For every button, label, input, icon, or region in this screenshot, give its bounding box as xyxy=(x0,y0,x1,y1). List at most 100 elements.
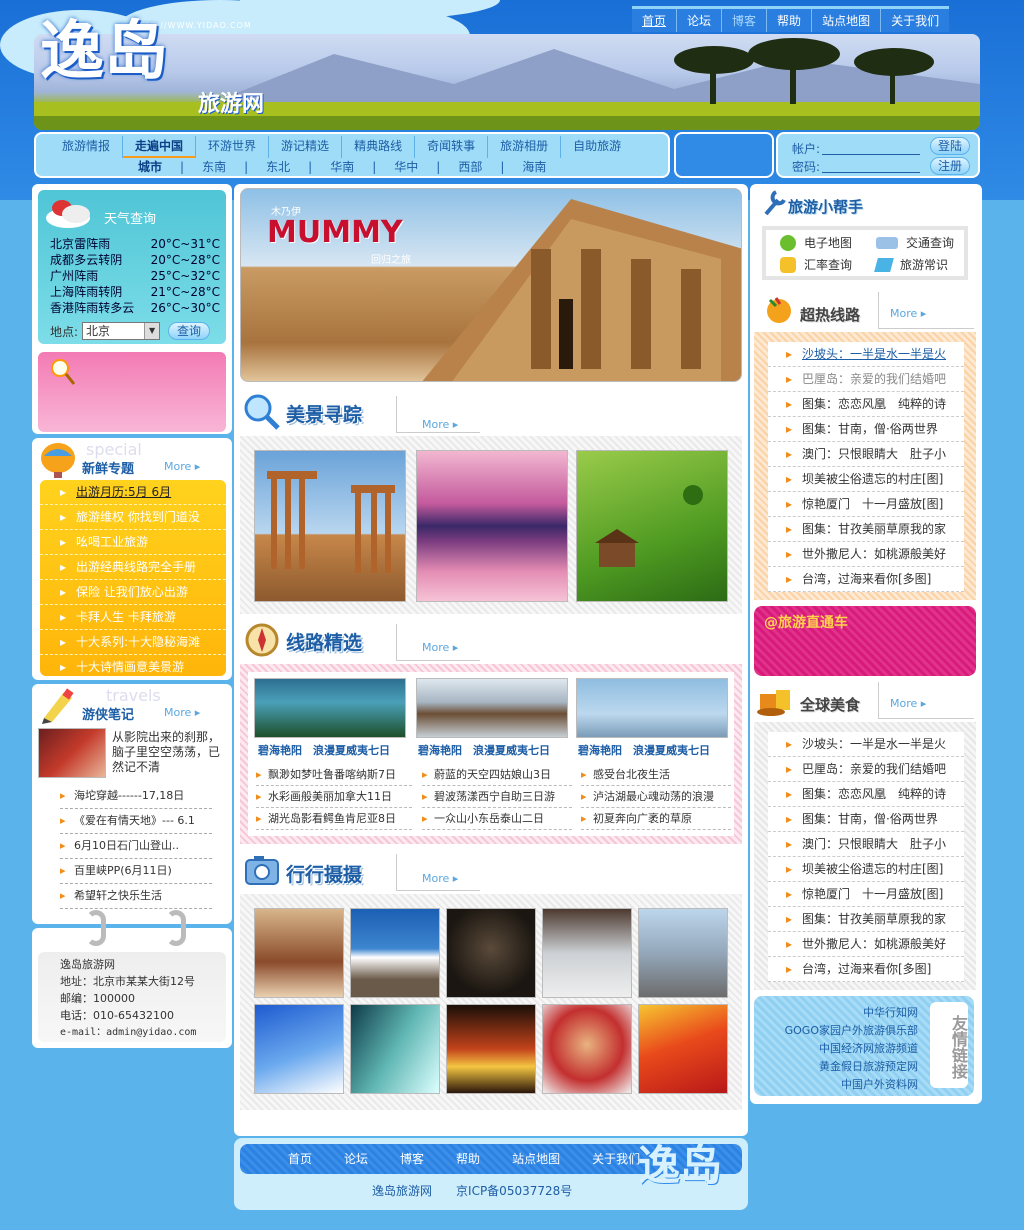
gallery-photo[interactable] xyxy=(446,908,536,998)
topnav-sitemap[interactable]: 站点地图 xyxy=(812,9,882,32)
gallery-photo[interactable] xyxy=(254,908,344,998)
gallery-photo[interactable] xyxy=(638,1004,728,1094)
list-item[interactable]: 飘渺如梦吐鲁番喀纳斯7日 xyxy=(256,764,412,786)
list-item[interactable]: 图集：甘孜美丽草原我的家 xyxy=(768,907,964,932)
subnav-northeast[interactable]: 东北 xyxy=(254,158,302,176)
register-button[interactable]: 注册 xyxy=(930,157,970,175)
friend-link[interactable]: 中国户外资料网 xyxy=(841,1076,918,1094)
list-item[interactable]: 沙坡头：一半是水一半是火 xyxy=(768,342,964,367)
gallery-photo[interactable] xyxy=(350,1004,440,1094)
list-item[interactable]: 澳门：只恨眼睛大 肚子小 xyxy=(768,832,964,857)
list-item[interactable]: 出游月历:5月 6月 xyxy=(40,480,226,505)
list-item[interactable]: 十大诗情画意美景游 xyxy=(40,655,226,679)
list-item[interactable]: 惊艳厦门 十一月盛放[图] xyxy=(768,492,964,517)
subnav-southeast[interactable]: 东南 xyxy=(190,158,238,176)
nav-album[interactable]: 旅游相册 xyxy=(488,136,562,158)
gallery-photo[interactable] xyxy=(350,908,440,998)
footer-about[interactable]: 关于我们 xyxy=(592,1152,640,1166)
list-item[interactable]: 巴厘岛：亲爱的我们结婚吧 xyxy=(768,757,964,782)
hot-more-link[interactable]: More ▸ xyxy=(890,307,926,320)
helper-tips[interactable]: 旅游常识 xyxy=(874,256,948,273)
route-caption-3[interactable]: 碧海艳阳 浪漫夏威夷七日 xyxy=(578,742,710,758)
gallery-photo[interactable] xyxy=(542,1004,632,1094)
hero-banner[interactable]: 木乃伊 MUMMY 回归之旅 xyxy=(240,188,742,382)
list-item[interactable]: 台湾，过海来看你[多图] xyxy=(768,567,964,592)
scenery-photo-lake[interactable] xyxy=(416,450,568,602)
nav-world[interactable]: 环游世界 xyxy=(196,136,270,158)
list-item[interactable]: 图集：恋恋风凰 纯粹的诗 xyxy=(768,392,964,417)
list-item[interactable]: 图集：恋恋风凰 纯粹的诗 xyxy=(768,782,964,807)
list-item[interactable]: 海坨穿越------17,18日 xyxy=(60,784,212,809)
list-item[interactable]: 吆喝工业旅游 xyxy=(40,530,226,555)
friend-link[interactable]: 中国经济网旅游频道 xyxy=(819,1040,918,1058)
route-photo-3[interactable] xyxy=(576,678,728,738)
list-item[interactable]: 一众山小东岳泰山二日 xyxy=(422,808,572,830)
nav-china[interactable]: 走遍中国 xyxy=(123,136,197,158)
list-item[interactable]: 坝美被尘俗遗忘的村庄[图] xyxy=(768,857,964,882)
scenery-photo-meadow[interactable] xyxy=(576,450,728,602)
notes-photo[interactable] xyxy=(38,728,106,778)
route-photo-1[interactable] xyxy=(254,678,406,738)
nav-notes[interactable]: 游记精选 xyxy=(269,136,343,158)
site-logo[interactable]: 逸岛 xyxy=(40,0,168,92)
list-item[interactable]: 保险 让我们放心出游 xyxy=(40,580,226,605)
friend-link[interactable]: GOGO家园户外旅游俱乐部 xyxy=(785,1022,918,1040)
list-item[interactable]: 蔚蓝的天空四姑娘山3日 xyxy=(422,764,572,786)
list-item[interactable]: 十大系列:十大隐秘海滩 xyxy=(40,630,226,655)
list-item[interactable]: 水彩画般美丽加拿大11日 xyxy=(256,786,412,808)
subnav-hainan[interactable]: 海南 xyxy=(510,158,558,176)
account-input[interactable] xyxy=(822,143,920,155)
list-item[interactable]: 泸沽湖最心魂动荡的浪漫 xyxy=(581,786,731,808)
list-item[interactable]: 巴厘岛：亲爱的我们结婚吧 xyxy=(768,367,964,392)
food-more-link[interactable]: More ▸ xyxy=(890,697,926,710)
friend-link[interactable]: 黄金假日旅游预定网 xyxy=(819,1058,918,1076)
gallery-photo[interactable] xyxy=(638,908,728,998)
list-item[interactable]: 旅游维权 你找到门道没 xyxy=(40,505,226,530)
scenery-photo-ruins[interactable] xyxy=(254,450,406,602)
gallery-photo[interactable] xyxy=(446,1004,536,1094)
nav-selfguided[interactable]: 自助旅游 xyxy=(561,136,633,158)
subnav-central[interactable]: 华中 xyxy=(382,158,430,176)
helper-traffic[interactable]: 交通查询 xyxy=(876,234,954,251)
fresh-more-link[interactable]: More ▸ xyxy=(164,460,200,473)
password-input[interactable] xyxy=(822,161,920,173)
scenery-more-link[interactable]: More ▸ xyxy=(422,418,458,431)
helper-exchange[interactable]: 汇率查询 xyxy=(780,256,852,273)
list-item[interactable]: 图集：甘南，僧·俗两世界 xyxy=(768,807,964,832)
footer-blog[interactable]: 博客 xyxy=(400,1152,424,1166)
list-item[interactable]: 澳门：只恨眼睛大 肚子小 xyxy=(768,442,964,467)
place-select[interactable]: 北京 ▼ xyxy=(82,322,161,340)
notes-more-link[interactable]: More ▸ xyxy=(164,706,200,719)
list-item[interactable]: 沙坡头：一半是水一半是火 xyxy=(768,732,964,757)
nav-travel-info[interactable]: 旅游情报 xyxy=(50,136,124,158)
list-item[interactable]: 初夏奔向广袤的草原 xyxy=(581,808,731,830)
gallery-photo[interactable] xyxy=(542,908,632,998)
list-item[interactable]: 湖光岛影看鳄鱼肯尼亚8日 xyxy=(256,808,412,830)
list-item[interactable]: 惊艳厦门 十一月盛放[图] xyxy=(768,882,964,907)
topnav-help[interactable]: 帮助 xyxy=(767,9,813,32)
route-caption-2[interactable]: 碧海艳阳 浪漫夏威夷七日 xyxy=(418,742,550,758)
list-item[interactable]: 感受台北夜生活 xyxy=(581,764,731,786)
list-item[interactable]: 《爱在有情天地》--- 6.1 xyxy=(60,809,212,834)
topnav-home[interactable]: 首页 xyxy=(632,9,678,32)
list-item[interactable]: 世外撒尼人：如桃源般美好 xyxy=(768,932,964,957)
subnav-south[interactable]: 华南 xyxy=(318,158,366,176)
gallery-photo[interactable] xyxy=(254,1004,344,1094)
footer-sitemap[interactable]: 站点地图 xyxy=(512,1152,560,1166)
helper-map[interactable]: 电子地图 xyxy=(780,234,852,251)
login-button[interactable]: 登陆 xyxy=(930,137,970,155)
topnav-about[interactable]: 关于我们 xyxy=(881,9,949,32)
subnav-west[interactable]: 西部 xyxy=(446,158,494,176)
list-item[interactable]: 碧波荡漾西宁自助三日游 xyxy=(422,786,572,808)
list-item[interactable]: 卡拜人生 卡拜旅游 xyxy=(40,605,226,630)
topnav-forum[interactable]: 论坛 xyxy=(677,9,723,32)
footer-help[interactable]: 帮助 xyxy=(456,1152,480,1166)
routes-more-link[interactable]: More ▸ xyxy=(422,641,458,654)
footer-home[interactable]: 首页 xyxy=(288,1152,312,1166)
route-photo-2[interactable] xyxy=(416,678,568,738)
photos-more-link[interactable]: More ▸ xyxy=(422,872,458,885)
list-item[interactable]: 世外撒尼人：如桃源般美好 xyxy=(768,542,964,567)
list-item[interactable]: 百里峡PP(6月11日) xyxy=(60,859,212,884)
route-caption-1[interactable]: 碧海艳阳 浪漫夏威夷七日 xyxy=(258,742,390,758)
subnav-city[interactable]: 城市 xyxy=(126,158,174,176)
